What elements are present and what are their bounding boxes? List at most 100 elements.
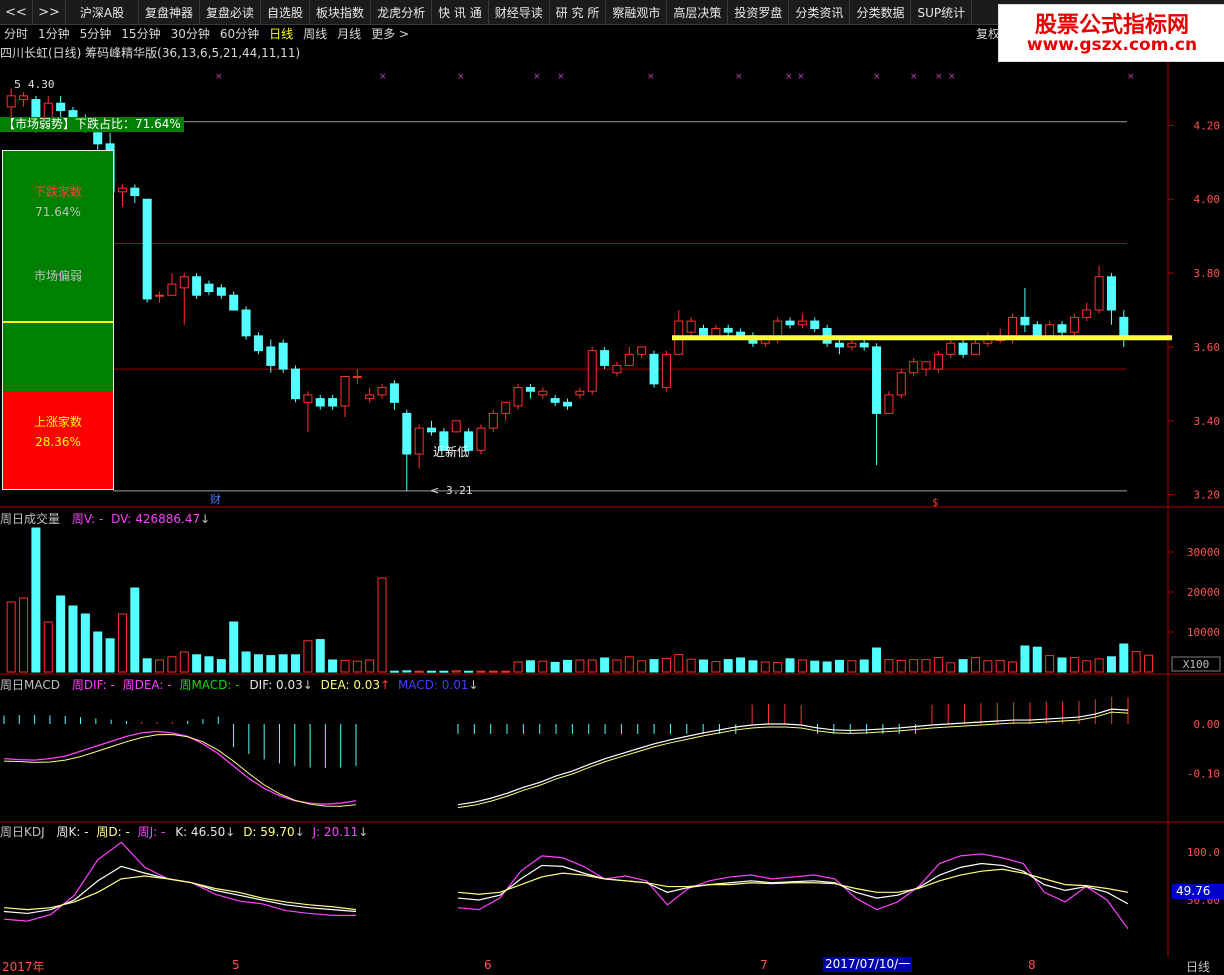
menu-item[interactable]: 察融观市 bbox=[606, 0, 668, 24]
volume-bar bbox=[612, 659, 622, 673]
kdj-j-line bbox=[457, 853, 1129, 930]
menu-item[interactable]: 研 究 所 bbox=[550, 0, 607, 24]
period-tab[interactable]: 更多 > bbox=[371, 25, 409, 42]
signal-x-marker: × bbox=[785, 72, 793, 82]
volume-bar bbox=[698, 659, 708, 673]
menu-item[interactable]: 龙虎分析 bbox=[371, 0, 433, 24]
menu-item[interactable]: 分类数据 bbox=[850, 0, 912, 24]
volume-bar bbox=[1032, 646, 1042, 673]
volume-bar bbox=[1082, 660, 1092, 673]
volume-bar bbox=[686, 658, 696, 673]
time-axis-label: 6 bbox=[484, 958, 492, 972]
candle-body bbox=[179, 276, 189, 289]
signal-x-marker: × bbox=[948, 72, 956, 82]
candle-body bbox=[303, 394, 313, 403]
macd-header: 周日MACD 周DIF: - 周DEA: - 周MACD: - DIF: 0.0… bbox=[0, 678, 479, 692]
volume-bar bbox=[711, 661, 721, 673]
volume-bar bbox=[995, 659, 1005, 673]
advance-label: 上涨家数 bbox=[33, 415, 82, 429]
period-tab[interactable]: 1分钟 bbox=[38, 25, 70, 42]
volume-bar bbox=[266, 655, 276, 673]
macd-macd-label: 周MACD: - bbox=[179, 678, 240, 692]
period-tab[interactable]: 周线 bbox=[303, 25, 327, 42]
volume-bar bbox=[377, 577, 387, 673]
candle-body bbox=[834, 342, 844, 348]
period-tab[interactable]: 5分钟 bbox=[80, 25, 112, 42]
price-axis-label: 4.20 bbox=[1194, 119, 1221, 132]
menu-item[interactable]: 投资罗盘 bbox=[728, 0, 790, 24]
period-tab[interactable]: 30分钟 bbox=[171, 25, 210, 42]
candle-body bbox=[266, 346, 276, 366]
menu-item[interactable]: 快 讯 通 bbox=[432, 0, 489, 24]
signal-x-marker: × bbox=[1127, 72, 1135, 82]
kdj-j-label: 周J: - bbox=[137, 825, 166, 839]
restore-right-button[interactable]: 复权 bbox=[976, 25, 1000, 42]
candle-body bbox=[513, 387, 523, 407]
menu-item[interactable]: 高层决策 bbox=[667, 0, 729, 24]
volume-bar bbox=[723, 659, 733, 673]
volume-bar bbox=[946, 662, 956, 673]
signal-x-marker: × bbox=[457, 72, 465, 82]
menu-item[interactable]: 板块指数 bbox=[310, 0, 372, 24]
volume-bar bbox=[501, 670, 511, 673]
menu-item[interactable]: 复盘神器 bbox=[139, 0, 201, 24]
volume-bar bbox=[352, 660, 362, 673]
candle-body bbox=[1032, 324, 1042, 337]
volume-bar bbox=[970, 657, 980, 673]
candle-body bbox=[31, 99, 41, 119]
nav-forward-button[interactable]: >> bbox=[33, 0, 66, 24]
volume-bar bbox=[56, 595, 66, 673]
volume-bar bbox=[402, 670, 412, 673]
period-tab[interactable]: 日线 bbox=[269, 25, 293, 42]
period-tab[interactable]: 15分钟 bbox=[121, 25, 160, 42]
macd-dif-line bbox=[3, 730, 357, 805]
period-tab[interactable]: 分时 bbox=[4, 25, 28, 42]
macd-dea-line bbox=[457, 711, 1129, 809]
candle-body bbox=[1094, 276, 1104, 311]
volume-bar bbox=[6, 601, 16, 673]
volume-bar bbox=[1069, 657, 1079, 673]
candle-body bbox=[785, 320, 795, 326]
candle-body bbox=[600, 350, 610, 366]
signal-x-marker: × bbox=[215, 72, 223, 82]
menu-item[interactable]: 复盘必读 bbox=[200, 0, 262, 24]
volume-bar bbox=[1131, 651, 1141, 673]
volume-bar bbox=[550, 661, 560, 673]
volume-bar bbox=[600, 657, 610, 673]
finance-event-marker: 财 bbox=[210, 492, 221, 506]
period-tab[interactable]: 月线 bbox=[337, 25, 361, 42]
candle-body bbox=[847, 342, 857, 348]
candle-body bbox=[365, 394, 375, 400]
candle-body bbox=[414, 427, 424, 455]
kdj-j-value: J: 20.11 bbox=[312, 825, 359, 839]
candle-body bbox=[253, 335, 263, 352]
volume-bar bbox=[797, 659, 807, 673]
menu-item[interactable]: SUP统计 bbox=[911, 0, 973, 24]
kdj-current-value: 49.76 bbox=[1172, 884, 1224, 899]
menu-item[interactable]: 分类资讯 bbox=[789, 0, 851, 24]
volume-bar bbox=[1144, 654, 1154, 673]
volume-bar bbox=[414, 670, 424, 673]
macd-dif-label: 周DIF: - bbox=[71, 678, 115, 692]
candle-body bbox=[501, 401, 511, 414]
menu-item[interactable]: 沪深A股 bbox=[66, 0, 139, 24]
menu-item[interactable]: 自选股 bbox=[261, 0, 311, 24]
candle-body bbox=[624, 353, 634, 366]
volume-bar bbox=[155, 659, 165, 673]
candle-body bbox=[377, 387, 387, 396]
volume-bar bbox=[834, 659, 844, 673]
volume-bar bbox=[760, 661, 770, 673]
candle-body bbox=[19, 95, 29, 101]
volume-bar bbox=[958, 659, 968, 673]
volume-bar bbox=[1119, 643, 1129, 673]
macd-dea-value: DEA: 0.03 bbox=[320, 678, 381, 692]
candle-body bbox=[550, 398, 560, 403]
nav-back-button[interactable]: << bbox=[0, 0, 33, 24]
signal-x-marker: × bbox=[379, 72, 387, 82]
candle-body bbox=[328, 398, 338, 407]
volume-bar bbox=[810, 660, 820, 673]
candle-body bbox=[859, 342, 869, 348]
period-tab[interactable]: 60分钟 bbox=[220, 25, 259, 42]
candle-body bbox=[216, 287, 226, 296]
menu-item[interactable]: 财经导读 bbox=[489, 0, 550, 24]
